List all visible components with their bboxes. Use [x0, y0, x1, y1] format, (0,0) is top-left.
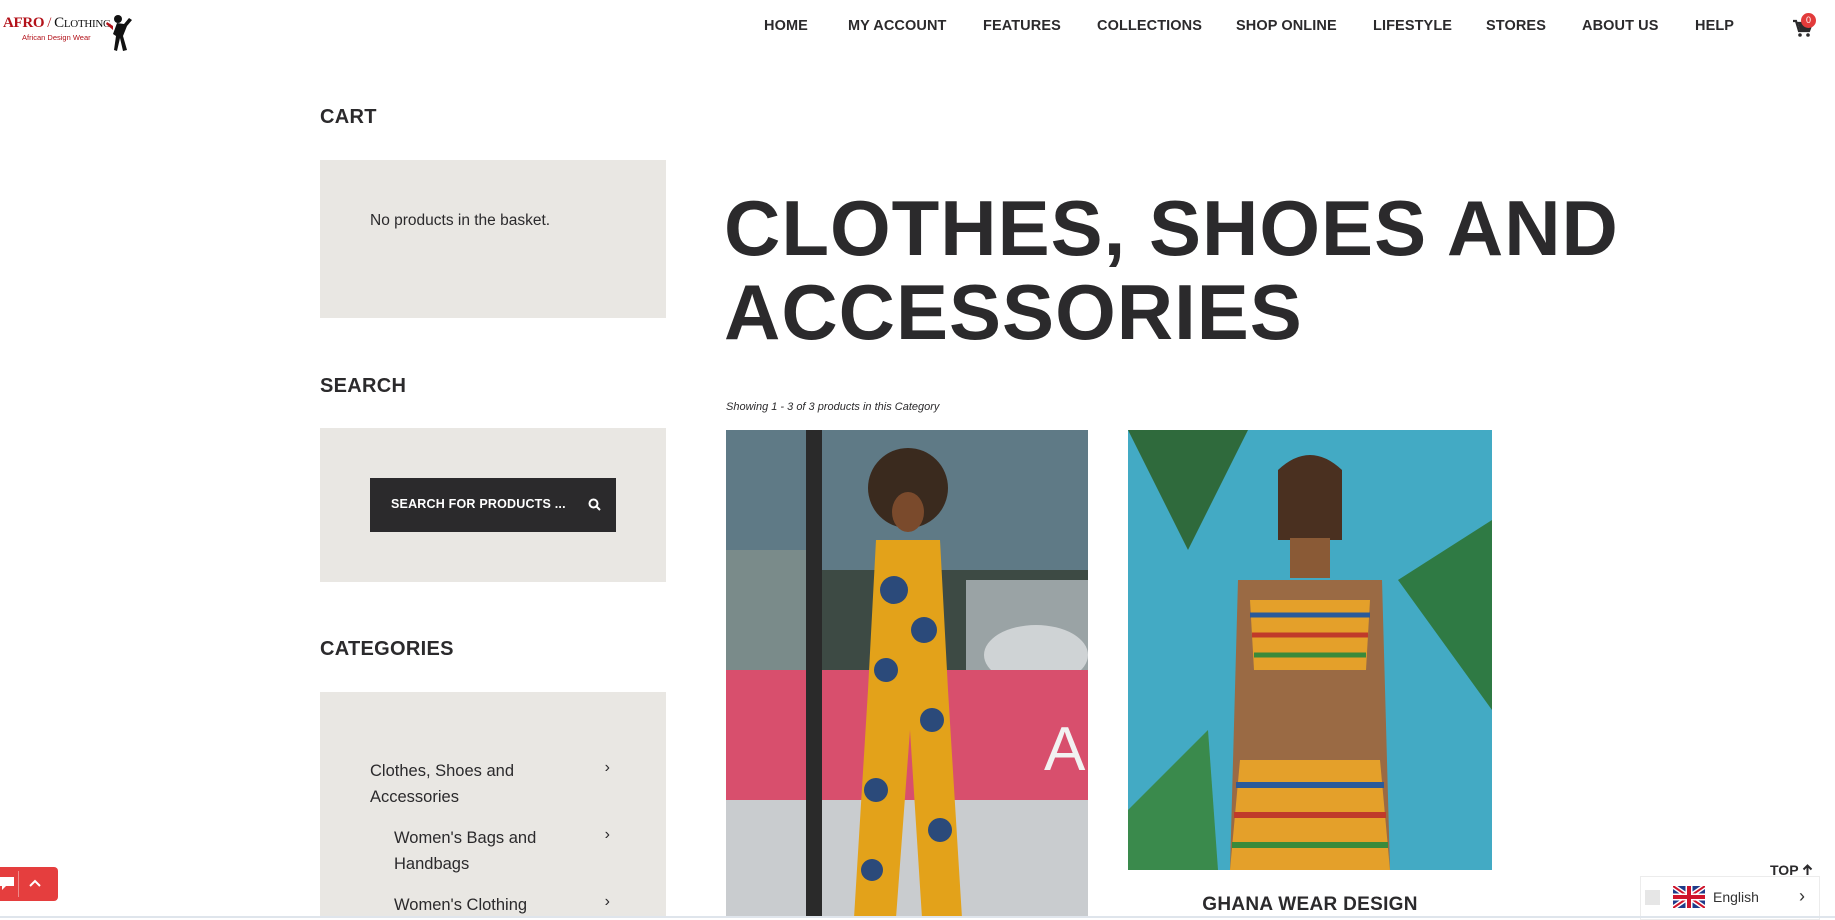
category-item[interactable]: Clothes, Shoes and Accessories › — [370, 758, 620, 810]
search-panel: SEARCH FOR PRODUCTS ... — [320, 428, 666, 582]
nav-home[interactable]: HOME — [764, 18, 808, 34]
chevron-up-icon — [29, 879, 41, 887]
product-photo-kente — [1128, 430, 1492, 870]
categories-panel: Clothes, Shoes and Accessories › Women's… — [320, 692, 666, 918]
logo-wordmark: AFRO / Clothing — [3, 15, 111, 32]
logo-tagline: African Design Wear — [22, 33, 91, 42]
logo-secondary: Clothing — [54, 15, 111, 31]
product-image[interactable]: AURAN — [726, 430, 1088, 918]
uk-flag-icon — [1673, 886, 1705, 908]
page-title: CLOTHES, SHOES AND ACCESSORIES — [724, 184, 1619, 356]
cart-empty-text: No products in the basket. — [370, 212, 551, 229]
nav-lifestyle[interactable]: LIFESTYLE — [1373, 18, 1452, 34]
product-title[interactable]: GHANA WEAR DESIGN — [1128, 894, 1492, 916]
cart-heading: CART — [320, 106, 377, 128]
nav-features[interactable]: FEATURES — [983, 18, 1061, 34]
language-selector[interactable]: English › — [1640, 876, 1820, 920]
chevron-right-icon: › — [604, 893, 610, 910]
search-input[interactable]: SEARCH FOR PRODUCTS ... — [370, 478, 616, 532]
product-count: Showing 1 - 3 of 3 products in this Cate… — [726, 401, 940, 413]
category-label: Women's Clothing — [394, 896, 528, 914]
chat-icon — [0, 877, 14, 890]
nav-about-us[interactable]: ABOUT US — [1582, 18, 1659, 34]
language-toggle-box — [1645, 890, 1660, 905]
search-icon[interactable] — [588, 498, 601, 511]
cart-panel: No products in the basket. — [320, 160, 666, 318]
dancer-figure-icon — [106, 15, 132, 51]
product-photo-jumpsuit: AURAN — [726, 430, 1088, 918]
nav-my-account[interactable]: MY ACCOUNT — [848, 18, 946, 34]
category-label: Women's Bags and Handbags — [394, 829, 537, 873]
site-logo[interactable]: AFRO / Clothing African Design Wear — [3, 13, 133, 53]
nav-shop-online[interactable]: SHOP ONLINE — [1236, 18, 1337, 34]
category-item[interactable]: Women's Clothing › — [394, 892, 620, 918]
cart-count-badge: 0 — [1801, 13, 1816, 28]
nav-stores[interactable]: STORES — [1486, 18, 1546, 34]
product-image[interactable] — [1128, 430, 1492, 870]
chevron-right-icon: › — [604, 759, 610, 776]
categories-heading: CATEGORIES — [320, 638, 454, 660]
category-item[interactable]: Women's Bags and Handbags › — [394, 825, 620, 877]
chevron-right-icon: › — [1799, 886, 1805, 906]
logo-separator: / — [47, 15, 52, 31]
nav-help[interactable]: HELP — [1695, 18, 1734, 34]
chat-widget-button[interactable] — [0, 867, 58, 901]
logo-primary: AFRO — [3, 15, 45, 31]
search-heading: SEARCH — [320, 375, 407, 397]
category-label: Clothes, Shoes and Accessories — [370, 762, 515, 806]
search-placeholder: SEARCH FOR PRODUCTS ... — [391, 497, 566, 511]
svg-text:AURAN: AURAN — [1044, 715, 1088, 784]
language-label: English — [1713, 889, 1759, 905]
chevron-right-icon: › — [604, 826, 610, 843]
nav-collections[interactable]: COLLECTIONS — [1097, 18, 1202, 34]
arrow-up-icon — [1802, 864, 1813, 875]
